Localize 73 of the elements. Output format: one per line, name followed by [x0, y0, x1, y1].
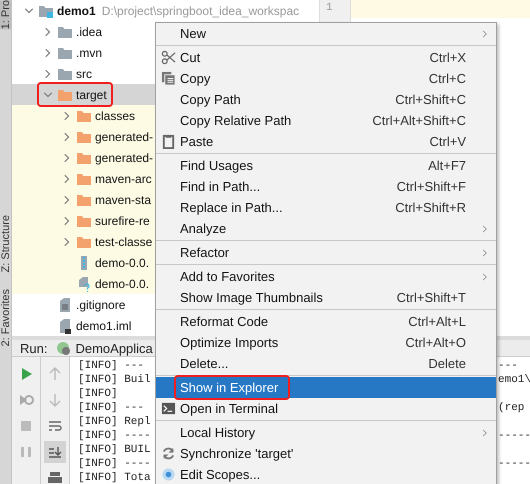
tree-item-label[interactable]: demo-0.0. [95, 276, 150, 290]
menu-item[interactable]: Delete... Delete [156, 353, 496, 374]
menu-item[interactable]: Open in Terminal [156, 398, 496, 419]
menu-item[interactable]: Copy Relative Path Ctrl+Alt+Shift+C [156, 110, 496, 131]
rerun-icon[interactable] [18, 392, 34, 408]
menu-item[interactable]: Find Usages Alt+F7 [156, 155, 496, 176]
tree-item-label[interactable]: demo1.iml [76, 318, 132, 332]
console-line: [INFO] Buil [78, 373, 151, 387]
console-line: [INFO] Repl [78, 415, 151, 429]
scroll-to-end-icon[interactable] [47, 444, 63, 460]
console-line: [INFO] BUIL [78, 443, 151, 457]
menu-item[interactable]: Analyze [156, 218, 496, 239]
tree-item-label[interactable]: test-classe [95, 234, 152, 248]
menu-item[interactable]: Copy Path Ctrl+Shift+C [156, 89, 496, 110]
menu-item[interactable]: Copy Ctrl+C [156, 68, 496, 89]
side-tab[interactable]: 2: Favorites [0, 288, 11, 346]
down-arrow-icon[interactable] [47, 392, 63, 408]
tree-item-highlight[interactable]: target [39, 84, 111, 105]
menu-item[interactable]: Edit Scopes... [156, 464, 496, 484]
console-line: ----- [498, 429, 530, 443]
line-number: 1 [325, 2, 334, 16]
tree-item-label[interactable]: classes [95, 108, 136, 122]
print-icon[interactable] [47, 470, 63, 484]
scissors-icon [160, 50, 176, 65]
tree-item-label[interactable]: maven-arc [95, 172, 152, 186]
console-line: (rep [498, 401, 524, 415]
stop-icon[interactable] [18, 418, 34, 434]
console-line: [INFO] Tota [78, 471, 151, 484]
console-line: [INFO] ---- [78, 457, 151, 471]
tree-item-label[interactable]: generated- [95, 130, 154, 144]
copy-icon [160, 71, 176, 86]
tree-item-label[interactable]: demo-0.0. [95, 256, 150, 270]
menu-item[interactable]: Add to Favorites [156, 266, 496, 287]
menu-item[interactable]: Local History [156, 422, 496, 443]
project-path: D:\project\springboot_idea_workspac [102, 4, 300, 18]
clipboard-icon [160, 134, 176, 149]
console-line: [INFO] [78, 387, 118, 401]
console-line: ----- [498, 457, 530, 471]
app-icon [55, 340, 72, 356]
pause-icon[interactable] [18, 444, 34, 460]
tree-item-label[interactable]: surefire-re [95, 214, 150, 228]
menu-item[interactable]: Reformat Code Ctrl+Alt+L [156, 311, 496, 332]
tree-item-label[interactable]: .mvn [76, 46, 102, 60]
console-line: [INFO] ---- [78, 429, 151, 443]
side-tab[interactable]: Z: Structure [0, 215, 11, 273]
menu-item[interactable]: Show in Explorer [156, 377, 496, 398]
side-tab[interactable]: 1: Pro [0, 0, 11, 30]
menu-item[interactable]: Paste Ctrl+V [156, 131, 496, 152]
up-arrow-icon[interactable] [47, 366, 63, 382]
console-line: [INFO] --- [78, 359, 144, 373]
menu-item[interactable]: Optimize Imports Ctrl+Alt+O [156, 332, 496, 353]
menu-item[interactable]: New [156, 23, 496, 44]
target-circle-icon [160, 467, 176, 482]
menu-item[interactable]: Synchronize 'target' [156, 443, 496, 464]
sync-icon [160, 446, 176, 461]
tree-item-label[interactable]: src [76, 66, 92, 80]
terminal-icon [160, 401, 176, 416]
tree-item-label[interactable]: .idea [76, 24, 102, 38]
tree-item-label[interactable]: generated- [95, 150, 154, 164]
tree-item-label[interactable]: target [76, 88, 107, 102]
run-tab[interactable]: DemoApplica [55, 340, 153, 356]
menu-item[interactable]: Show Image Thumbnails Ctrl+Shift+T [156, 287, 496, 308]
menu-item[interactable]: Cut Ctrl+X [156, 47, 496, 68]
menu-item[interactable]: Refactor [156, 242, 496, 263]
menu-item[interactable]: Find in Path... Ctrl+Shift+F [156, 176, 496, 197]
tree-item-label[interactable]: .gitignore [76, 298, 126, 312]
console-line: [INFO] --- [78, 401, 144, 415]
run-label: Run: [20, 340, 48, 356]
tree-item-label[interactable]: demo1 [57, 4, 96, 18]
menu-item[interactable]: Replace in Path... Ctrl+Shift+R [156, 197, 496, 218]
console-line: emo1\ [498, 373, 530, 387]
tree-item-label[interactable]: maven-sta [95, 192, 152, 206]
console-line: --- [498, 359, 518, 373]
